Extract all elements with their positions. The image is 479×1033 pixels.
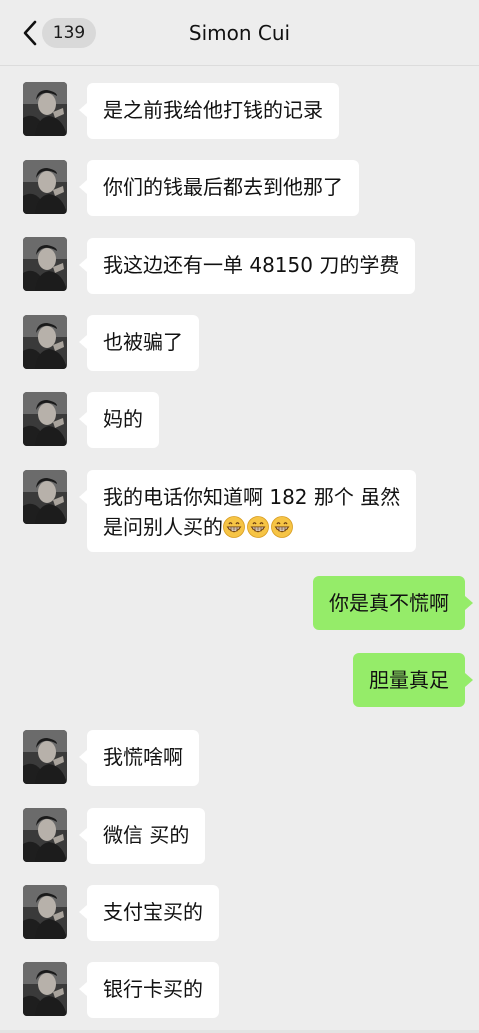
outgoing-message-bubble[interactable]: 胆量真足 (353, 653, 473, 707)
message-line: 是问别人买的 (103, 512, 400, 542)
incoming-message-bubble[interactable]: 我慌啥啊 (79, 730, 199, 786)
incoming-message-bubble[interactable]: 银行卡买的 (79, 962, 219, 1018)
incoming-message-bubble[interactable]: 我的电话你知道啊 182 那个 虽然 是问别人买的 (78, 470, 417, 552)
avatar[interactable] (23, 237, 67, 291)
avatar[interactable] (23, 808, 67, 862)
incoming-message-bubble[interactable]: 微信 买的 (78, 808, 206, 864)
avatar[interactable] (23, 730, 67, 784)
incoming-message-bubble[interactable]: 我这边还有一单 48150 刀的学费 (78, 238, 416, 294)
avatar[interactable] (23, 962, 67, 1016)
incoming-message-bubble[interactable]: 也被骗了 (79, 315, 199, 371)
outgoing-message-bubble[interactable]: 你是真不慌啊 (313, 576, 473, 630)
incoming-message-bubble[interactable]: 支付宝买的 (79, 885, 219, 941)
avatar[interactable] (23, 470, 67, 524)
avatar[interactable] (23, 315, 67, 369)
incoming-message-bubble[interactable]: 妈的 (79, 392, 159, 448)
message-line: 我的电话你知道啊 182 那个 虽然 (103, 485, 401, 509)
message-text: 是问别人买的 (103, 515, 223, 539)
grinning-face-icon (247, 516, 269, 538)
incoming-message-bubble[interactable]: 是之前我给他打钱的记录 (79, 83, 339, 139)
avatar[interactable] (23, 392, 67, 446)
grinning-face-icon (223, 516, 245, 538)
incoming-message-bubble[interactable]: 你们的钱最后都去到他那了 (79, 160, 359, 216)
top-nav-bar: 139 Simon Cui (0, 0, 479, 66)
avatar[interactable] (23, 82, 67, 136)
chat-message-list[interactable]: 是之前我给他打钱的记录 你们的钱最后都去到他那了 我这边还有一单 48150 刀… (0, 66, 479, 1033)
avatar[interactable] (23, 160, 67, 214)
grinning-face-icon (271, 516, 293, 538)
avatar[interactable] (23, 885, 67, 939)
chat-title: Simon Cui (188, 21, 291, 45)
